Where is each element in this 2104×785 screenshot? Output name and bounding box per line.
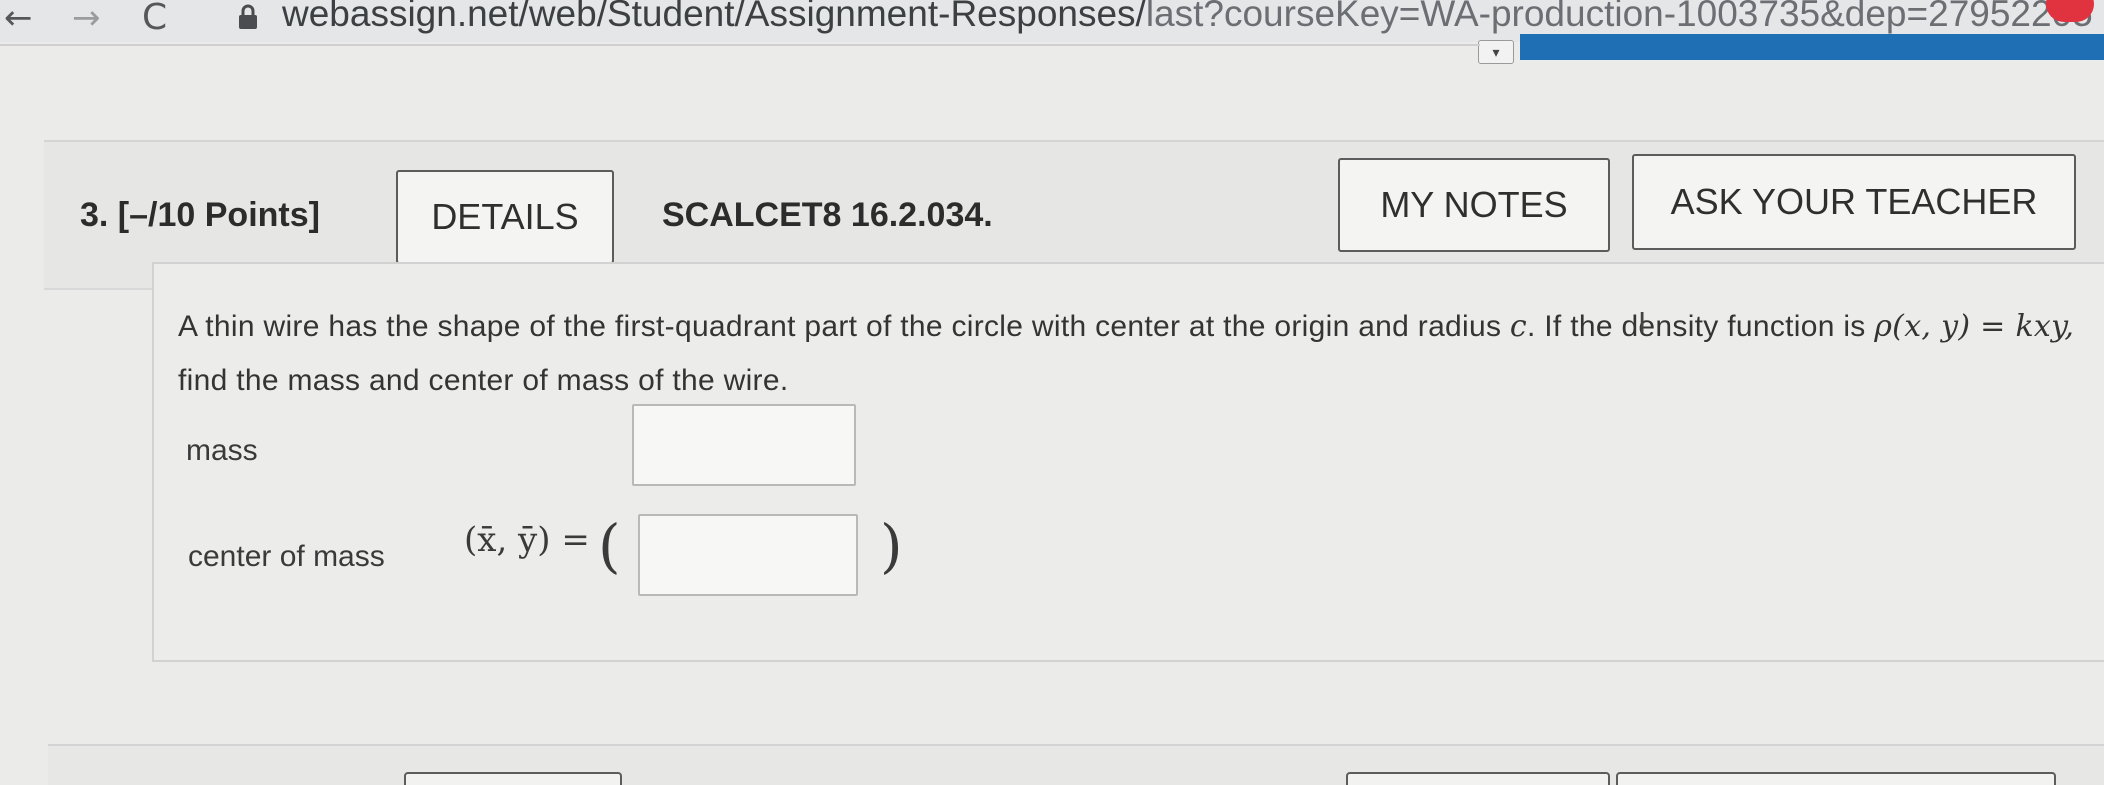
center-of-mass-label: center of mass <box>188 540 385 573</box>
back-arrow-icon[interactable]: ← <box>4 0 33 38</box>
center-of-mass-input[interactable] <box>638 514 858 596</box>
details-button[interactable]: DETAILS <box>396 170 614 264</box>
next-my-notes-button[interactable] <box>1346 772 1610 785</box>
density-function: ρ(x, y) = kxy, <box>1874 309 2075 344</box>
close-paren: ) <box>880 512 903 580</box>
my-notes-button[interactable]: MY NOTES <box>1338 158 1610 252</box>
text-cursor-icon: I <box>1638 306 1647 339</box>
open-paren: ( <box>598 512 621 580</box>
problem-text-part3: find the mass and center of mass of the … <box>178 364 789 397</box>
url-main: webassign.net/web/Student/Assignment-Res… <box>282 0 1146 34</box>
mass-input[interactable] <box>632 404 856 486</box>
center-of-mass-expression: (x̄, ȳ) = <box>464 520 590 560</box>
forward-arrow-icon[interactable]: → <box>72 0 101 38</box>
address-bar[interactable]: webassign.net/web/Student/Assignment-Res… <box>282 0 2093 36</box>
next-ask-teacher-button[interactable] <box>1616 772 2056 785</box>
question-number: 3. [–/10 Points] <box>80 196 320 234</box>
ask-teacher-button[interactable]: ASK YOUR TEACHER <box>1632 154 2076 250</box>
mass-label: mass <box>186 434 258 467</box>
chevron-down-icon[interactable]: ▾ <box>1478 40 1514 64</box>
url-rest: last?courseKey=WA-production-1003735&dep… <box>1145 0 2093 34</box>
next-details-button[interactable] <box>404 772 622 785</box>
lock-icon <box>239 4 257 29</box>
problem-text: A thin wire has the shape of the first-q… <box>178 300 2078 408</box>
radius-variable: c <box>1509 309 1528 344</box>
page-header-band <box>1520 34 2104 60</box>
problem-text-part2: . If the density function is <box>1527 310 1875 343</box>
divider <box>0 44 1480 46</box>
question-code: SCALCET8 16.2.034. <box>662 196 993 234</box>
problem-text-part1: A thin wire has the shape of the first-q… <box>178 310 1510 343</box>
reload-icon[interactable]: C <box>142 0 167 38</box>
